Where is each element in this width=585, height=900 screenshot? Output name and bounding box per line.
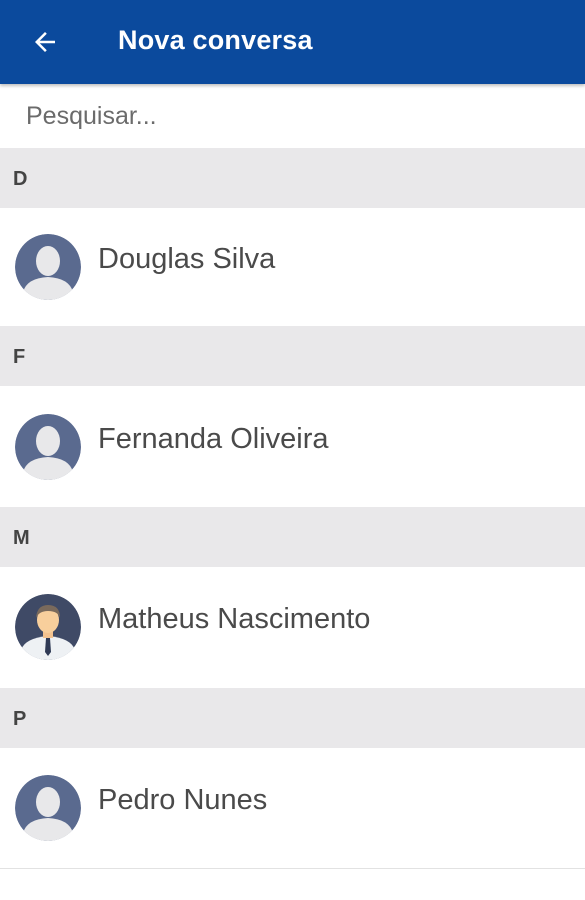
section-header-f: F	[0, 326, 585, 386]
section-header-d: D	[0, 148, 585, 208]
section-header-m: M	[0, 507, 585, 567]
contact-item-pedro-nunes[interactable]: Pedro Nunes	[0, 749, 585, 867]
page-title: Nova conversa	[118, 25, 313, 55]
contact-item-fernanda-oliveira[interactable]: Fernanda Oliveira	[0, 388, 585, 506]
default-person-avatar-icon	[15, 775, 81, 841]
businessman-avatar-icon	[15, 594, 81, 660]
search-bar	[0, 86, 585, 148]
app-bar: Nova conversa	[0, 0, 585, 84]
contact-name: Pedro Nunes	[98, 784, 268, 816]
section-letter: M	[13, 527, 30, 549]
contact-name: Matheus Nascimento	[98, 603, 371, 635]
back-button[interactable]	[20, 17, 70, 67]
section-letter: P	[13, 708, 27, 730]
contact-item-douglas-silva[interactable]: Douglas Silva	[0, 208, 585, 326]
contact-name: Fernanda Oliveira	[98, 423, 329, 455]
section-letter: F	[13, 346, 26, 368]
new-conversation-screen: Nova conversa D Douglas Silva F Fernan	[0, 0, 585, 900]
list-divider	[0, 868, 585, 869]
default-person-avatar-icon	[15, 414, 81, 480]
search-input[interactable]	[26, 98, 566, 134]
default-person-avatar-icon	[15, 234, 81, 300]
contact-name: Douglas Silva	[98, 243, 276, 275]
section-letter: D	[13, 168, 28, 190]
section-header-p: P	[0, 688, 585, 748]
contact-item-matheus-nascimento[interactable]: Matheus Nascimento	[0, 568, 585, 686]
arrow-left-icon	[35, 32, 55, 52]
